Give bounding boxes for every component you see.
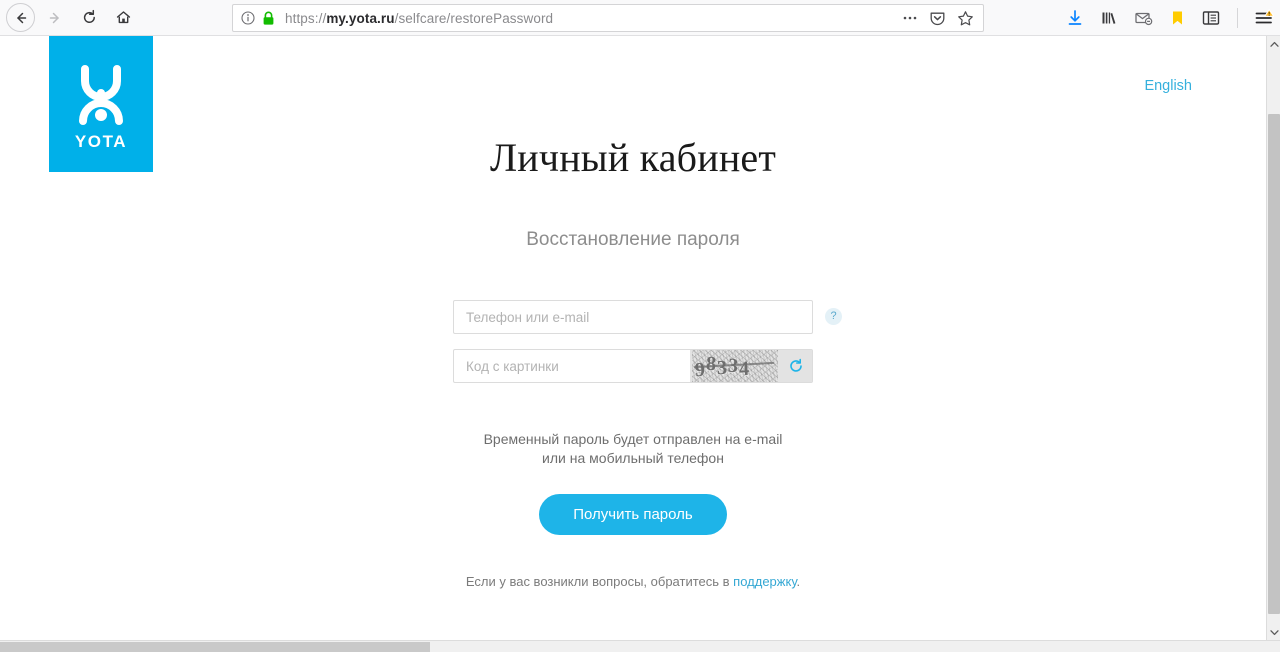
captcha-image: 98334 [692,350,778,382]
page-actions-icon[interactable] [902,10,918,26]
support-link[interactable]: поддержку [733,574,796,589]
login-field-row: ? [453,300,842,334]
navigation-buttons [0,3,140,33]
bookmark-flag-icon [1172,11,1182,25]
chevron-down-icon [1269,629,1279,635]
vertical-scrollbar[interactable] [1266,36,1280,640]
support-text: Если у вас возникли вопросы, обратитесь … [0,574,1266,589]
back-button[interactable] [6,3,35,32]
captcha-container: 98334 [690,350,812,382]
library-books-icon [1102,12,1116,24]
hint-text: Временный пароль будет отправлен на e-ma… [0,430,1266,468]
reload-icon [83,9,95,24]
hamburger-menu-icon [1255,9,1274,24]
site-identity[interactable] [239,11,281,26]
bookmarks-button[interactable] [1167,7,1187,29]
address-bar[interactable]: https://my.yota.ru/selfcare/restorePassw… [232,4,984,32]
email-button[interactable] [1133,7,1153,29]
lock-icon [263,11,274,25]
menu-button[interactable] [1254,7,1274,29]
url-text[interactable]: https://my.yota.ru/selfcare/restorePassw… [285,11,902,26]
bookmark-star-icon[interactable] [957,10,974,27]
login-input[interactable] [453,300,813,334]
support-text-prefix: Если у вас возникли вопросы, обратитесь … [465,574,734,589]
url-host: my.yota.ru [326,10,395,26]
forward-arrow-icon [49,12,59,23]
sidebar-button[interactable] [1201,7,1221,29]
toolbar-divider [1237,8,1238,28]
vertical-scrollbar-thumb[interactable] [1268,114,1280,614]
page-content: YOTA English Личный кабинет Восстановлен… [0,36,1266,640]
scroll-up-button[interactable] [1267,36,1280,52]
urlbar-actions [902,10,977,27]
forward-button[interactable] [38,3,72,33]
help-icon[interactable]: ? [825,308,842,325]
support-text-suffix: . [796,574,801,589]
hint-line-1: Временный пароль будет отправлен на e-ma… [483,431,783,447]
pocket-icon[interactable] [929,10,946,27]
hint-line-2: или на мобильный телефон [542,450,724,466]
page-subtitle: Восстановление пароля [526,229,740,250]
horizontal-scrollbar[interactable] [0,640,1280,652]
home-button[interactable] [106,3,140,33]
url-scheme: https:// [285,10,327,26]
captcha-refresh-button[interactable] [786,356,806,376]
chevron-up-icon [1269,41,1279,47]
get-password-button[interactable]: Получить пароль [539,494,727,535]
email-icon [1134,12,1152,26]
scroll-down-button[interactable] [1267,624,1280,640]
captcha-field-row: 98334 [453,349,813,383]
back-arrow-icon [16,12,26,23]
sidebar-icon [1202,11,1220,25]
reload-button[interactable] [72,3,106,33]
horizontal-scrollbar-thumb[interactable] [0,642,430,652]
toolbar-right-icons [1065,0,1274,36]
page-title: Личный кабинет [489,135,777,180]
refresh-icon [790,358,802,372]
info-icon [241,11,255,25]
library-button[interactable] [1099,7,1119,29]
home-icon [116,11,130,24]
browser-toolbar: https://my.yota.ru/selfcare/restorePassw… [0,0,1280,36]
download-icon [1068,10,1082,25]
downloads-button[interactable] [1065,7,1085,29]
restore-password-form: Личный кабинет Восстановление пароля ? 9… [0,36,1266,589]
url-path: /selfcare/restorePassword [394,10,554,26]
